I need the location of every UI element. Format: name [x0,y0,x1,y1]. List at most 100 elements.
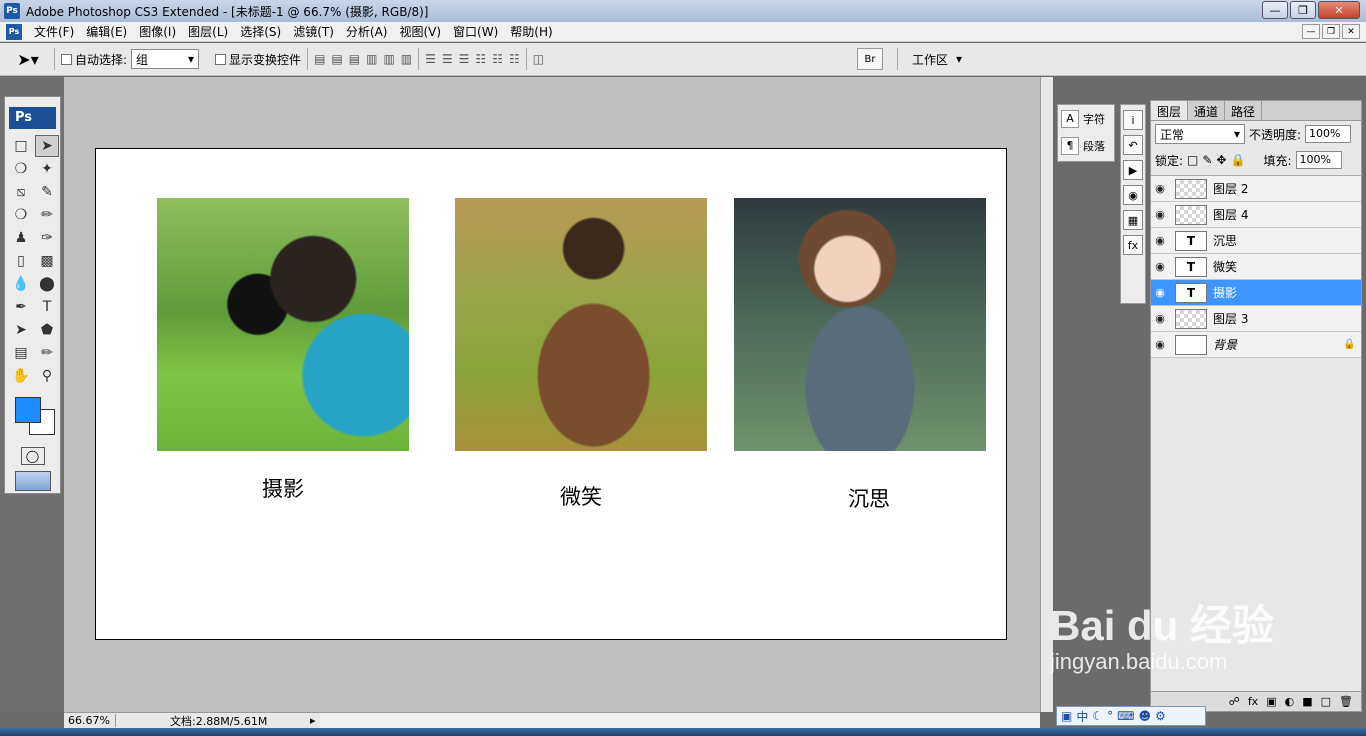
menu-window[interactable]: 窗口(W) [447,23,504,40]
notes-tool-icon[interactable]: ▤ [9,342,33,364]
menu-layer[interactable]: 图层(L) [182,23,234,40]
lock-image-icon[interactable]: ✎ [1202,153,1212,167]
lock-position-icon[interactable]: ✥ [1216,153,1226,167]
tab-channels[interactable]: 通道 [1188,101,1226,120]
opacity-input[interactable]: 100% [1305,125,1352,143]
distribute-right-icon[interactable]: ☷ [509,52,520,66]
visibility-eye-icon[interactable]: ◉ [1151,234,1169,247]
eraser-tool-icon[interactable]: ▯ [9,250,33,272]
fill-input[interactable]: 100% [1295,151,1342,169]
actions-icon[interactable]: ▶ [1123,160,1143,180]
visibility-eye-icon[interactable]: ◉ [1151,312,1169,325]
layer-row[interactable]: ◉ 图层 3 [1151,306,1361,332]
canvas-area[interactable]: 摄影 微笑 沉思 [64,77,1040,712]
link-layers-icon[interactable]: ☍ [1229,695,1240,708]
visibility-eye-icon[interactable]: ◉ [1151,208,1169,221]
doc-minimize-button[interactable]: — [1302,24,1320,39]
magic-wand-tool-icon[interactable]: ✦ [35,158,59,180]
layer-row-selected[interactable]: ◉ T 摄影 [1151,280,1361,306]
menu-edit[interactable]: 编辑(E) [80,23,133,40]
lasso-tool-icon[interactable]: ❍ [9,158,33,180]
new-group-icon[interactable]: ■ [1302,695,1312,708]
workspace-menu[interactable]: 工作区 [912,51,948,68]
move-tool-icon[interactable]: ➤ [35,135,59,157]
hand-tool-icon[interactable]: ✋ [9,365,33,387]
menu-image[interactable]: 图像(I) [133,23,182,40]
layer-row[interactable]: ◉ 背景 🔒 [1151,332,1361,358]
chevron-down-icon[interactable]: ▾ [956,52,962,66]
layer-mask-icon[interactable]: ▣ [1266,695,1276,708]
history-icon[interactable]: ↶ [1123,135,1143,155]
distribute-top-icon[interactable]: ☰ [425,52,436,66]
minimize-button[interactable]: — [1262,1,1288,19]
photo-smile[interactable] [455,198,707,451]
menu-file[interactable]: 文件(F) [28,23,80,40]
align-hcenter-icon[interactable]: ▥ [383,52,394,66]
align-left-icon[interactable]: ▥ [366,52,377,66]
delete-layer-icon[interactable]: 🗑 [1339,695,1353,708]
photo-photography[interactable] [157,198,409,451]
menu-view[interactable]: 视图(V) [393,23,447,40]
history-brush-tool-icon[interactable]: ✑ [35,227,59,249]
doc-restore-button[interactable]: ❐ [1322,24,1340,39]
ime-mode-label[interactable]: 中 [1076,708,1088,725]
character-panel-button[interactable]: A 字符 [1058,105,1114,132]
zoom-level[interactable]: 66.67% [64,714,116,727]
shape-tool-icon[interactable]: ⬟ [35,319,59,341]
menu-help[interactable]: 帮助(H) [504,23,558,40]
ime-moon-icon[interactable]: ☾ [1092,709,1103,723]
document-info[interactable]: 文档:2.88M/5.61M [170,713,310,729]
document-icon[interactable]: Ps [6,23,22,40]
show-transform-option[interactable]: 显示变换控件 [215,51,301,68]
auto-select-option[interactable]: 自动选择: [61,51,127,68]
dodge-tool-icon[interactable]: ⬤ [35,273,59,295]
horizontal-scrollbar[interactable] [320,712,1040,728]
distribute-hcenter-icon[interactable]: ☷ [492,52,503,66]
tab-paths[interactable]: 路径 [1225,101,1263,120]
gradient-tool-icon[interactable]: ▩ [35,250,59,272]
distribute-bottom-icon[interactable]: ☰ [459,52,470,66]
healing-brush-tool-icon[interactable]: ❍ [9,204,33,226]
crop-tool-icon[interactable]: ⧅ [9,181,33,203]
distribute-vcenter-icon[interactable]: ☰ [442,52,453,66]
menu-select[interactable]: 选择(S) [234,23,287,40]
menu-filter[interactable]: 滤镜(T) [287,23,340,40]
caption-smile[interactable]: 微笑 [560,481,602,511]
lock-transparent-icon[interactable]: □ [1187,153,1198,167]
blend-mode-dropdown[interactable]: 正常 ▾ [1155,124,1245,144]
fx-icon[interactable]: fx [1123,235,1143,255]
menu-analysis[interactable]: 分析(A) [340,23,394,40]
layer-row[interactable]: ◉ T 沉思 [1151,228,1361,254]
caption-photography[interactable]: 摄影 [262,473,304,503]
document-canvas[interactable]: 摄影 微笑 沉思 [95,148,1007,640]
align-bottom-icon[interactable]: ▤ [349,52,360,66]
swatches-icon[interactable]: ▦ [1123,210,1143,230]
path-selection-tool-icon[interactable]: ➤ [9,319,33,341]
show-transform-checkbox[interactable] [215,53,227,65]
status-menu-arrow-icon[interactable]: ▸ [310,714,316,727]
zoom-tool-icon[interactable]: ⚲ [35,365,59,387]
auto-select-dropdown[interactable]: 组 ▾ [131,49,200,69]
ime-keyboard-icon[interactable]: ⌨ [1117,709,1134,723]
tab-layers[interactable]: 图层 [1151,101,1189,120]
move-tool-preset-icon[interactable]: ➤▾ [8,46,48,72]
maximize-button[interactable]: ❐ [1290,1,1316,19]
blur-tool-icon[interactable]: 💧 [9,273,33,295]
layer-style-icon[interactable]: fx [1248,695,1258,708]
slice-tool-icon[interactable]: ✎ [35,181,59,203]
close-button[interactable]: ✕ [1318,1,1360,19]
bridge-icon[interactable]: Br [856,48,883,70]
quick-mask-button[interactable]: ◯ [20,447,45,465]
brush-tool-icon[interactable]: ✏ [35,204,59,226]
clone-stamp-tool-icon[interactable]: ♟ [9,227,33,249]
screen-mode-button[interactable] [14,471,51,491]
distribute-left-icon[interactable]: ☷ [475,52,486,66]
styles-icon[interactable]: ◉ [1123,185,1143,205]
auto-select-checkbox[interactable] [61,53,72,65]
paragraph-panel-button[interactable]: ¶ 段落 [1058,132,1114,159]
doc-close-button[interactable]: ✕ [1342,24,1360,39]
info-icon[interactable]: i [1123,110,1143,130]
photo-contemplation[interactable] [734,198,986,451]
foreground-color-swatch[interactable] [15,397,41,423]
pen-tool-icon[interactable]: ✒ [9,296,33,318]
